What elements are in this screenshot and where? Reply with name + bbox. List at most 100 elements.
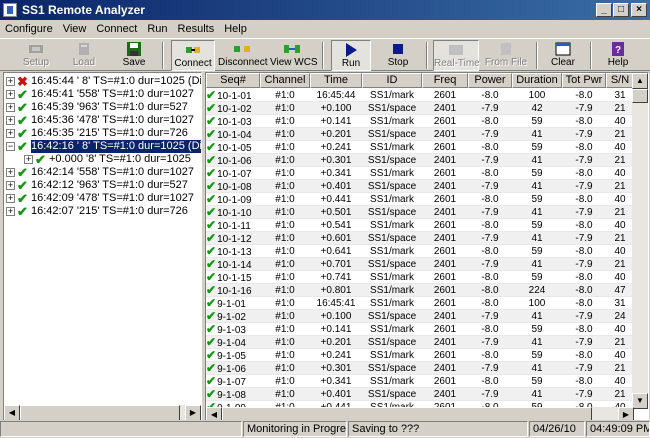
connect-icon <box>186 47 200 53</box>
table-row[interactable]: ✔10-1-09 #1:0 +0.441 SS1/mark 2601 -8.0 59 -8.0… <box>206 193 634 206</box>
expand-icon[interactable]: + <box>6 77 15 86</box>
cell-value: 10-1-05 <box>217 143 252 154</box>
table-row[interactable]: ✔10-1-11 #1:0 +0.541 SS1/mark 2601 -8.0 59 -8.0… <box>206 219 634 232</box>
table-cell: 40 <box>606 245 634 258</box>
expand-icon[interactable]: + <box>6 168 15 177</box>
table-row[interactable]: ✔10-1-12 #1:0 +0.601 SS1/space 2401 -7.9 41 -7.… <box>206 232 634 245</box>
table-row[interactable]: ✔10-1-07 #1:0 +0.341 SS1/mark 2601 -8.0 59 -8.0… <box>206 167 634 180</box>
table-row[interactable]: ✔9-1-03 #1:0 +0.141 SS1/mark 2601 -8.0 59 -8.0 4… <box>206 323 634 336</box>
table-row[interactable]: ✔10-1-02 #1:0 +0.100 SS1/space 2401 -7.9 42 -7.… <box>206 102 634 115</box>
table-cell: -7.9 <box>468 180 512 193</box>
tree-item[interactable]: + ✔ 16:45:39 '963' TS=#1:0 dur=527 <box>6 101 188 114</box>
tree-item[interactable]: + ✔ 16:42:14 '558' TS=#1:0 dur=1027 <box>6 166 194 179</box>
cell-value: #1:0 <box>275 168 295 179</box>
clear-button[interactable]: Clear <box>543 40 583 71</box>
table-row[interactable]: ✔10-1-16 #1:0 +0.801 SS1/mark 2601 -8.0 224 -8.… <box>206 284 634 297</box>
help-button[interactable]: ? Help <box>598 40 638 71</box>
table-cell: 59 <box>512 375 562 388</box>
from-file-button[interactable]: From File <box>482 40 530 71</box>
expand-icon[interactable]: + <box>24 155 33 164</box>
expand-icon[interactable]: + <box>6 194 15 203</box>
menu-connect[interactable]: Connect <box>91 23 142 35</box>
menu-run[interactable]: Run <box>142 23 172 35</box>
table-cell: -8.0 <box>468 89 512 102</box>
menu-view[interactable]: View <box>58 23 92 35</box>
table-row[interactable]: ✔10-1-14 #1:0 +0.701 SS1/space 2401 -7.9 41 -7.… <box>206 258 634 271</box>
table-row[interactable]: ✔9-1-07 #1:0 +0.341 SS1/mark 2601 -8.0 59 -8.0 4… <box>206 375 634 388</box>
realtime-button[interactable]: Real-Time <box>433 40 480 71</box>
setup-button[interactable]: Setup <box>16 40 56 71</box>
table-cell: ✔9-1-06 <box>206 362 260 375</box>
menu-configure[interactable]: Configure <box>0 23 58 35</box>
results-tree[interactable]: + ✖ 16:45:44 ' 8' TS=#1:0 dur=1025 (Die + ✔ 1… <box>3 72 202 425</box>
view-wcs-button[interactable]: View WCS <box>270 40 318 71</box>
scroll-right-button[interactable]: ▶ <box>185 405 201 421</box>
run-button[interactable]: Run <box>331 40 371 71</box>
column-header[interactable]: Channel <box>260 73 310 88</box>
minimize-button[interactable]: _ <box>596 3 612 17</box>
tree-item[interactable]: + ✔ 16:42:12 '963' TS=#1:0 dur=527 <box>6 179 188 192</box>
table-row[interactable]: ✔10-1-04 #1:0 +0.201 SS1/space 2401 -7.9 41 -7.… <box>206 128 634 141</box>
table-row[interactable]: ✔10-1-06 #1:0 +0.301 SS1/space 2401 -7.9 41 -7.… <box>206 154 634 167</box>
column-header[interactable]: Tot Pwr <box>562 73 606 88</box>
table-row[interactable]: ✔10-1-15 #1:0 +0.741 SS1/mark 2601 -8.0 59 -8.0… <box>206 271 634 284</box>
stop-button[interactable]: Stop <box>378 40 418 71</box>
column-header[interactable]: Freq <box>422 73 468 88</box>
table-row[interactable]: ✔10-1-01 #1:0 16:45:44 SS1/mark 2601 -8.0 100 -… <box>206 89 634 102</box>
table-row[interactable]: ✔9-1-01 #1:0 16:45:41 SS1/mark 2601 -8.0 100 -8… <box>206 297 634 310</box>
window-title: SS1 Remote Analyzer <box>22 3 145 17</box>
cell-value: 9-1-04 <box>217 338 246 349</box>
connect-button[interactable]: Connect <box>171 40 215 71</box>
results-grid[interactable]: Seq# Channel Time ID Freq Power Duration Tot Pw… <box>205 72 649 425</box>
table-row[interactable]: ✔10-1-13 #1:0 +0.641 SS1/mark 2601 -8.0 59 -8.0… <box>206 245 634 258</box>
table-cell: 21 <box>606 206 634 219</box>
close-button[interactable]: × <box>631 3 647 17</box>
tree-item[interactable]: + ✔ 16:45:41 '558' TS=#1:0 dur=1027 <box>6 88 194 101</box>
table-row[interactable]: ✔9-1-08 #1:0 +0.401 SS1/space 2401 -7.9 41 -7.9… <box>206 388 634 401</box>
scroll-thumb[interactable] <box>20 405 180 421</box>
tree-item[interactable]: + ✔ 16:42:07 '215' TS=#1:0 dur=726 <box>6 205 188 218</box>
expand-icon[interactable]: + <box>6 116 15 125</box>
table-row[interactable]: ✔9-1-04 #1:0 +0.201 SS1/space 2401 -7.9 41 -7.9… <box>206 336 634 349</box>
cell-value: +0.701 <box>320 259 352 270</box>
column-header[interactable]: Power <box>468 73 512 88</box>
column-header[interactable]: Time <box>310 73 362 88</box>
collapse-icon[interactable]: − <box>6 142 15 151</box>
expand-icon[interactable]: + <box>6 181 15 190</box>
menu-help[interactable]: Help <box>219 23 252 35</box>
table-row[interactable]: ✔10-1-03 #1:0 +0.141 SS1/mark 2601 -8.0 59 -8.0… <box>206 115 634 128</box>
table-row[interactable]: ✔9-1-02 #1:0 +0.100 SS1/space 2401 -7.9 41 -7.9… <box>206 310 634 323</box>
scroll-thumb[interactable] <box>632 89 648 103</box>
scroll-down-button[interactable]: ▼ <box>632 393 648 409</box>
table-row[interactable]: ✔10-1-08 #1:0 +0.401 SS1/space 2401 -7.9 41 -7.… <box>206 180 634 193</box>
cell-value: -7.9 <box>481 129 499 140</box>
scroll-left-button[interactable]: ◀ <box>4 405 20 421</box>
tree-item[interactable]: + ✔ 16:45:36 '478' TS=#1:0 dur=1027 <box>6 114 194 127</box>
expand-icon[interactable]: + <box>6 103 15 112</box>
tree-item[interactable]: + ✔ 16:45:35 '215' TS=#1:0 dur=726 <box>6 127 188 140</box>
column-header[interactable]: Seq# <box>206 73 260 88</box>
disconnect-button[interactable]: Disconnect <box>218 40 267 71</box>
toolbar: Setup Load Save Connect Disconnect View … <box>0 38 650 71</box>
column-header[interactable]: S/N <box>606 73 634 88</box>
tree-item[interactable]: + ✖ 16:45:44 ' 8' TS=#1:0 dur=1025 (Die <box>6 75 201 88</box>
expand-icon[interactable]: + <box>6 129 15 138</box>
column-header[interactable]: ID <box>362 73 422 88</box>
tree-item[interactable]: + ✔ 16:42:09 '478' TS=#1:0 dur=1027 <box>6 192 194 205</box>
table-row[interactable]: ✔10-1-10 #1:0 +0.501 SS1/space 2401 -7.9 41 -7.… <box>206 206 634 219</box>
expand-icon[interactable]: + <box>6 90 15 99</box>
scroll-up-button[interactable]: ▲ <box>632 73 648 89</box>
load-button[interactable]: Load <box>64 40 104 71</box>
table-row[interactable]: ✔10-1-05 #1:0 +0.241 SS1/mark 2601 -8.0 59 -8.0… <box>206 141 634 154</box>
tree-child-item[interactable]: + ✔ +0.000 '8' TS=#1:0 dur=1025 <box>24 153 191 166</box>
cell-value: 9-1-07 <box>217 377 246 388</box>
grid-vertical-scrollbar[interactable]: ▲ ▼ <box>632 73 648 409</box>
save-button[interactable]: Save <box>114 40 154 71</box>
table-row[interactable]: ✔9-1-06 #1:0 +0.301 SS1/space 2401 -7.9 41 -7.9… <box>206 362 634 375</box>
menu-results[interactable]: Results <box>173 23 220 35</box>
cell-value: -8.0 <box>575 272 593 283</box>
maximize-button[interactable]: □ <box>613 3 629 17</box>
expand-icon[interactable]: + <box>6 207 15 216</box>
table-row[interactable]: ✔9-1-05 #1:0 +0.241 SS1/mark 2601 -8.0 59 -8.0 4… <box>206 349 634 362</box>
column-header[interactable]: Duration <box>512 73 562 88</box>
